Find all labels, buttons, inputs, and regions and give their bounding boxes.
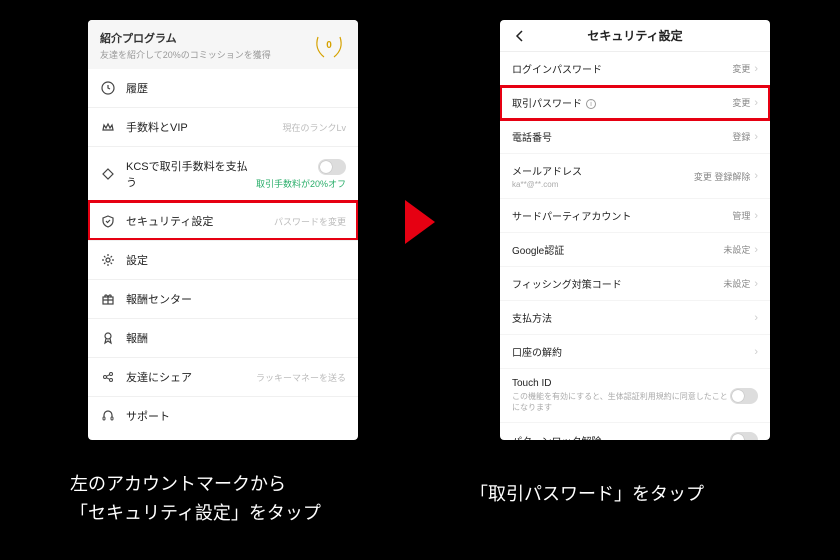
setting-status: 変更: [732, 96, 750, 109]
setting-email[interactable]: メールアドレス ka**@**.com 変更 登録解除 ›: [500, 154, 770, 199]
gear-icon: [100, 252, 116, 268]
menu-label: 報酬センター: [126, 291, 346, 307]
setting-status: 未設定: [723, 243, 750, 256]
chevron-right-icon: ›: [754, 63, 758, 75]
setting-google-auth[interactable]: Google認証 未設定 ›: [500, 233, 770, 267]
chevron-right-icon: ›: [754, 278, 758, 290]
chevron-right-icon: ›: [754, 170, 758, 182]
laurel-badge: 0: [312, 31, 346, 61]
setting-phishing-code[interactable]: フィッシング対策コード 未設定 ›: [500, 267, 770, 301]
menu-label: KCSで取引手数料を支払う: [126, 158, 256, 190]
menu-label: セキュリティ設定: [126, 213, 274, 229]
menu-label: 報酬: [126, 330, 346, 346]
referral-count: 0: [326, 40, 332, 51]
setting-payment-method[interactable]: 支払方法 ›: [500, 301, 770, 335]
gift-icon: [100, 291, 116, 307]
pattern-unlock-toggle[interactable]: [730, 432, 758, 440]
referral-text: 紹介プログラム 友達を紹介して20%のコミッションを獲得: [100, 30, 312, 61]
setting-status: 登録: [732, 130, 750, 143]
setting-sub: この機能を有効にすると、生体認証利用規約に同意したことになります: [512, 391, 730, 413]
setting-phone[interactable]: 電話番号 登録 ›: [500, 120, 770, 154]
menu-item-settings[interactable]: 設定: [88, 240, 358, 279]
arrow-right-icon: [405, 200, 435, 244]
setting-label: ログインパスワード: [512, 61, 732, 76]
menu-item-kcs-fee[interactable]: KCSで取引手数料を支払う 取引手数料が20%オフ: [88, 146, 358, 201]
setting-pattern-unlock: パターンロック解除: [500, 423, 770, 440]
setting-label: Touch ID: [512, 378, 730, 389]
shield-icon: [100, 213, 116, 229]
setting-label: フィッシング対策コード: [512, 276, 723, 291]
menu-item-history[interactable]: 履歴: [88, 69, 358, 107]
chevron-right-icon: ›: [754, 97, 758, 109]
clock-icon: [100, 80, 116, 96]
caption-right: 「取引パスワード」をタップ: [470, 480, 704, 509]
setting-label: 取引パスワードi: [512, 95, 732, 110]
menu-label: 履歴: [126, 80, 346, 96]
diamond-icon: [100, 166, 116, 182]
setting-label: メールアドレス: [512, 163, 694, 178]
page-title: セキュリティ設定: [500, 27, 770, 44]
menu-item-support[interactable]: サポート: [88, 396, 358, 435]
chevron-right-icon: ›: [754, 346, 758, 358]
setting-label: 口座の解約: [512, 344, 754, 359]
menu-label: 手数料とVIP: [126, 119, 282, 135]
menu-list: 履歴 手数料とVIP 現在のランクLv KCSで取引手数料を支払う 取引手数料が…: [88, 69, 358, 435]
setting-close-account[interactable]: 口座の解約 ›: [500, 335, 770, 369]
touch-id-toggle[interactable]: [730, 388, 758, 404]
setting-status: 変更 登録解除: [694, 170, 751, 183]
headset-icon: [100, 408, 116, 424]
menu-label: サポート: [126, 408, 346, 424]
referral-subtitle: 友達を紹介して20%のコミッションを獲得: [100, 48, 312, 61]
chevron-right-icon: ›: [754, 244, 758, 256]
setting-label: 電話番号: [512, 129, 732, 144]
menu-item-share[interactable]: 友達にシェア ラッキーマネーを送る: [88, 357, 358, 396]
menu-hint: 現在のランクLv: [282, 121, 346, 134]
header-bar: セキュリティ設定: [500, 20, 770, 52]
menu-hint: ラッキーマネーを送る: [256, 371, 346, 384]
setting-label: パターンロック解除: [512, 433, 730, 441]
chevron-right-icon: ›: [754, 312, 758, 324]
setting-label: Google認証: [512, 242, 723, 257]
menu-label: 友達にシェア: [126, 369, 256, 385]
info-icon[interactable]: i: [586, 99, 596, 109]
setting-touch-id: Touch ID この機能を有効にすると、生体認証利用規約に同意したことになりま…: [500, 369, 770, 423]
share-icon: [100, 369, 116, 385]
kcs-toggle[interactable]: [318, 159, 346, 175]
setting-status: 未設定: [723, 277, 750, 290]
setting-third-party[interactable]: サードパーティアカウント 管理 ›: [500, 199, 770, 233]
security-settings-screen: セキュリティ設定 ログインパスワード 変更 › 取引パスワードi 変更 › 電話…: [500, 20, 770, 440]
menu-item-fees-vip[interactable]: 手数料とVIP 現在のランクLv: [88, 107, 358, 146]
chevron-right-icon: ›: [754, 210, 758, 222]
back-button[interactable]: [510, 26, 530, 46]
setting-label: サードパーティアカウント: [512, 208, 732, 223]
menu-item-reward-center[interactable]: 報酬センター: [88, 279, 358, 318]
crown-icon: [100, 119, 116, 135]
menu-hint: パスワードを変更: [274, 215, 346, 228]
menu-item-rewards[interactable]: 報酬: [88, 318, 358, 357]
menu-label: 設定: [126, 252, 346, 268]
setting-trade-password[interactable]: 取引パスワードi 変更 ›: [500, 86, 770, 120]
caption-left: 左のアカウントマークから 「セキュリティ設定」をタップ: [70, 470, 321, 528]
referral-banner[interactable]: 紹介プログラム 友達を紹介して20%のコミッションを獲得 0: [88, 20, 358, 69]
setting-status: 変更: [732, 62, 750, 75]
account-menu-screen: 紹介プログラム 友達を紹介して20%のコミッションを獲得 0 履歴 手数料とVI…: [88, 20, 358, 440]
chevron-right-icon: ›: [754, 131, 758, 143]
setting-status: 管理: [732, 209, 750, 222]
email-value: ka**@**.com: [512, 180, 694, 189]
referral-title: 紹介プログラム: [100, 30, 312, 46]
kcs-discount-hint: 取引手数料が20%オフ: [256, 177, 346, 190]
badge-icon: [100, 330, 116, 346]
setting-label: 支払方法: [512, 310, 754, 325]
menu-item-security-settings[interactable]: セキュリティ設定 パスワードを変更: [88, 201, 358, 240]
setting-login-password[interactable]: ログインパスワード 変更 ›: [500, 52, 770, 86]
